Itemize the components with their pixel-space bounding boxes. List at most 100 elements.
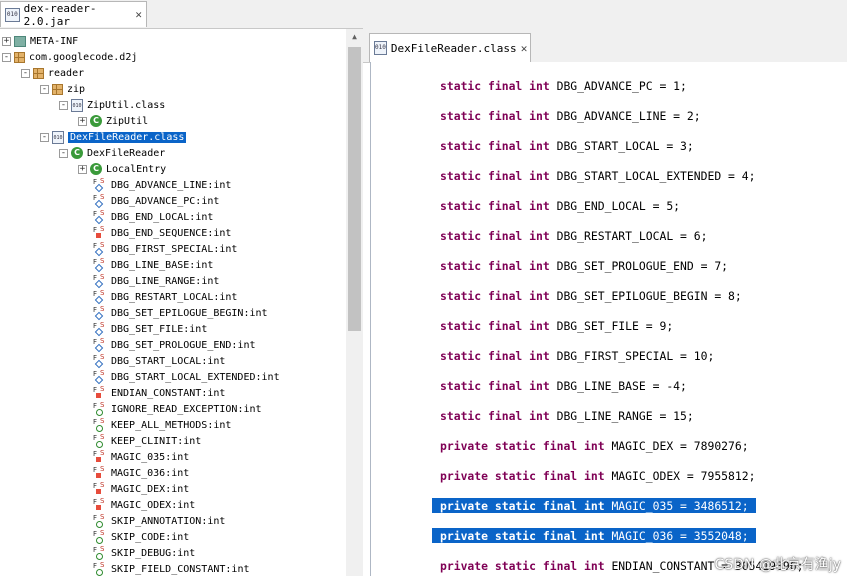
field-private-icon: FS [93, 465, 109, 480]
field-protected-icon: FS [93, 353, 109, 369]
tree-item[interactable]: F S DBG_END_LOCAL : int [93, 209, 213, 225]
code-keywords: private static final int [440, 529, 605, 543]
field-type: int [177, 499, 196, 511]
tree-item[interactable]: F S DBG_START_LOCAL : int [93, 353, 225, 369]
tree-item[interactable]: F S DBG_FIRST_SPECIAL : int [93, 241, 237, 257]
code-declaration: MAGIC_036 = 3552048; [604, 529, 749, 543]
code-keywords: static final int [440, 379, 550, 393]
class-file-icon: 010 [71, 98, 83, 112]
tree-item[interactable]: F S ENDIAN_CONSTANT : int [93, 385, 225, 401]
class-icon: C [71, 147, 83, 159]
tree-item[interactable]: F S MAGIC_036 : int [93, 465, 189, 481]
tree-item-label: DBG_END_SEQUENCE [111, 227, 208, 239]
code-line: static final int DBG_ADVANCE_PC = 1; [440, 76, 687, 96]
tree-item[interactable]: F S DBG_LINE_BASE : int [93, 257, 213, 273]
field-protected-icon: FS [93, 289, 109, 305]
expand-icon[interactable]: + [2, 36, 11, 46]
tree-item-label: com.googlecode.d2j [29, 51, 138, 63]
code-keywords: static final int [440, 169, 550, 183]
tree-item-label: DexFileReader.class [68, 131, 187, 143]
tree-item[interactable]: F S DBG_END_SEQUENCE : int [93, 225, 231, 241]
collapse-icon[interactable]: - [2, 52, 11, 62]
close-icon[interactable]: ✕ [521, 42, 528, 55]
tree-item-label: ENDIAN_CONSTANT [111, 387, 202, 399]
code-declaration: DBG_SET_EPILOGUE_BEGIN = 8; [549, 289, 742, 303]
field-private-icon: FS [93, 449, 109, 464]
field-public-icon: FS [93, 433, 109, 448]
tree-item[interactable]: - zip [40, 81, 85, 97]
tree-item[interactable]: F S DBG_RESTART_LOCAL : int [93, 289, 237, 305]
code-keywords: static final int [440, 289, 550, 303]
field-type: int [183, 435, 202, 447]
field-type: int [219, 243, 238, 255]
code-keywords: static final int [440, 319, 550, 333]
tree-item[interactable]: F S DBG_SET_FILE : int [93, 321, 207, 337]
field-private-icon: FS [93, 497, 109, 512]
tree-item[interactable]: F S DBG_LINE_RANGE : int [93, 273, 219, 289]
field-type: int [201, 195, 220, 207]
tree-item-label: DBG_SET_EPILOGUE_BEGIN [111, 307, 244, 319]
collapse-icon[interactable]: - [59, 100, 68, 110]
tree-item[interactable]: F S DBG_SET_PROLOGUE_END : int [93, 337, 256, 353]
tab-jar[interactable]: 010 dex-reader-2.0.jar ✕ [0, 1, 147, 28]
tree-item-label: LocalEntry [106, 163, 167, 175]
field-protected-icon: FS [93, 369, 109, 385]
tree-item-label: DBG_SET_PROLOGUE_END [111, 339, 232, 351]
package-icon [33, 67, 44, 79]
field-type: int [207, 355, 226, 367]
expand-icon[interactable]: + [78, 116, 87, 126]
scroll-thumb[interactable] [348, 47, 361, 331]
tree-item[interactable]: F S SKIP_DEBUG : int [93, 545, 195, 561]
scroll-up-icon[interactable]: ▲ [346, 29, 363, 45]
field-type: int [249, 307, 268, 319]
code-line: private static final int MAGIC_035 = 348… [440, 496, 749, 516]
collapse-icon[interactable]: - [40, 132, 49, 142]
close-icon[interactable]: ✕ [135, 8, 142, 21]
tree-item[interactable]: F S IGNORE_READ_EXCEPTION : int [93, 401, 262, 417]
tree-item-label: META-INF [30, 35, 79, 47]
tree-item-label: MAGIC_035 [111, 451, 166, 463]
code-keywords: static final int [440, 259, 550, 273]
code-declaration: MAGIC_DEX = 7890276; [604, 439, 749, 453]
tree-item[interactable]: - reader [21, 65, 84, 81]
tree-item-label: DBG_SET_FILE [111, 323, 184, 335]
tree-item[interactable]: F S DBG_ADVANCE_PC : int [93, 193, 219, 209]
code-line: private static final int MAGIC_036 = 355… [440, 526, 749, 546]
tree-item[interactable]: F S SKIP_CODE : int [93, 529, 189, 545]
tree-item[interactable]: F S SKIP_FIELD_CONSTANT : int [93, 561, 249, 576]
tree-item[interactable]: F S DBG_START_LOCAL_EXTENDED : int [93, 369, 280, 385]
field-type: int [171, 467, 190, 479]
tree-item[interactable]: + C LocalEntry [78, 161, 166, 177]
tree-item[interactable]: F S MAGIC_ODEX : int [93, 497, 195, 513]
code-editor[interactable]: static final int DBG_ADVANCE_PC = 1; stat… [370, 62, 847, 576]
field-type: int [213, 179, 232, 191]
tree-item[interactable]: -010 ZipUtil.class [59, 97, 165, 113]
field-type: int [171, 451, 190, 463]
tree-item[interactable]: F S MAGIC_DEX : int [93, 481, 189, 497]
code-line: static final int DBG_RESTART_LOCAL = 6; [440, 226, 707, 246]
collapse-icon[interactable]: - [59, 148, 68, 158]
collapse-icon[interactable]: - [40, 84, 49, 94]
tree-item[interactable]: F S SKIP_ANNOTATION : int [93, 513, 225, 529]
code-declaration: DBG_END_LOCAL = 5; [549, 199, 681, 213]
tree-item[interactable]: - C DexFileReader [59, 145, 165, 161]
code-declaration: DBG_ADVANCE_PC = 1; [549, 79, 687, 93]
tree-item[interactable]: + C ZipUtil [78, 113, 148, 129]
tree-item[interactable]: -010 DexFileReader.class [40, 129, 187, 145]
tree-scrollbar[interactable]: ▲ [346, 29, 363, 576]
field-protected-icon: FS [93, 209, 109, 225]
collapse-icon[interactable]: - [21, 68, 30, 78]
tree-item[interactable]: F S KEEP_ALL_METHODS : int [93, 417, 231, 433]
tree-item[interactable]: F S DBG_ADVANCE_LINE : int [93, 177, 231, 193]
tree-item[interactable]: F S DBG_SET_EPILOGUE_BEGIN : int [93, 305, 268, 321]
expand-icon[interactable]: + [78, 164, 87, 174]
tree-item[interactable]: - com.googlecode.d2j [2, 49, 137, 65]
tree-item-label: DBG_ADVANCE_PC [111, 195, 196, 207]
tree-item[interactable]: F S MAGIC_035 : int [93, 449, 189, 465]
tree-item[interactable]: F S KEEP_CLINIT : int [93, 433, 201, 449]
jar-file-icon: 010 [5, 7, 20, 22]
tree-item[interactable]: + META-INF [2, 33, 78, 49]
tree-item-label: DBG_START_LOCAL_EXTENDED [111, 371, 256, 383]
field-protected-icon: FS [93, 305, 109, 321]
tab-class[interactable]: 010 DexFileReader.class ✕ [369, 33, 531, 62]
